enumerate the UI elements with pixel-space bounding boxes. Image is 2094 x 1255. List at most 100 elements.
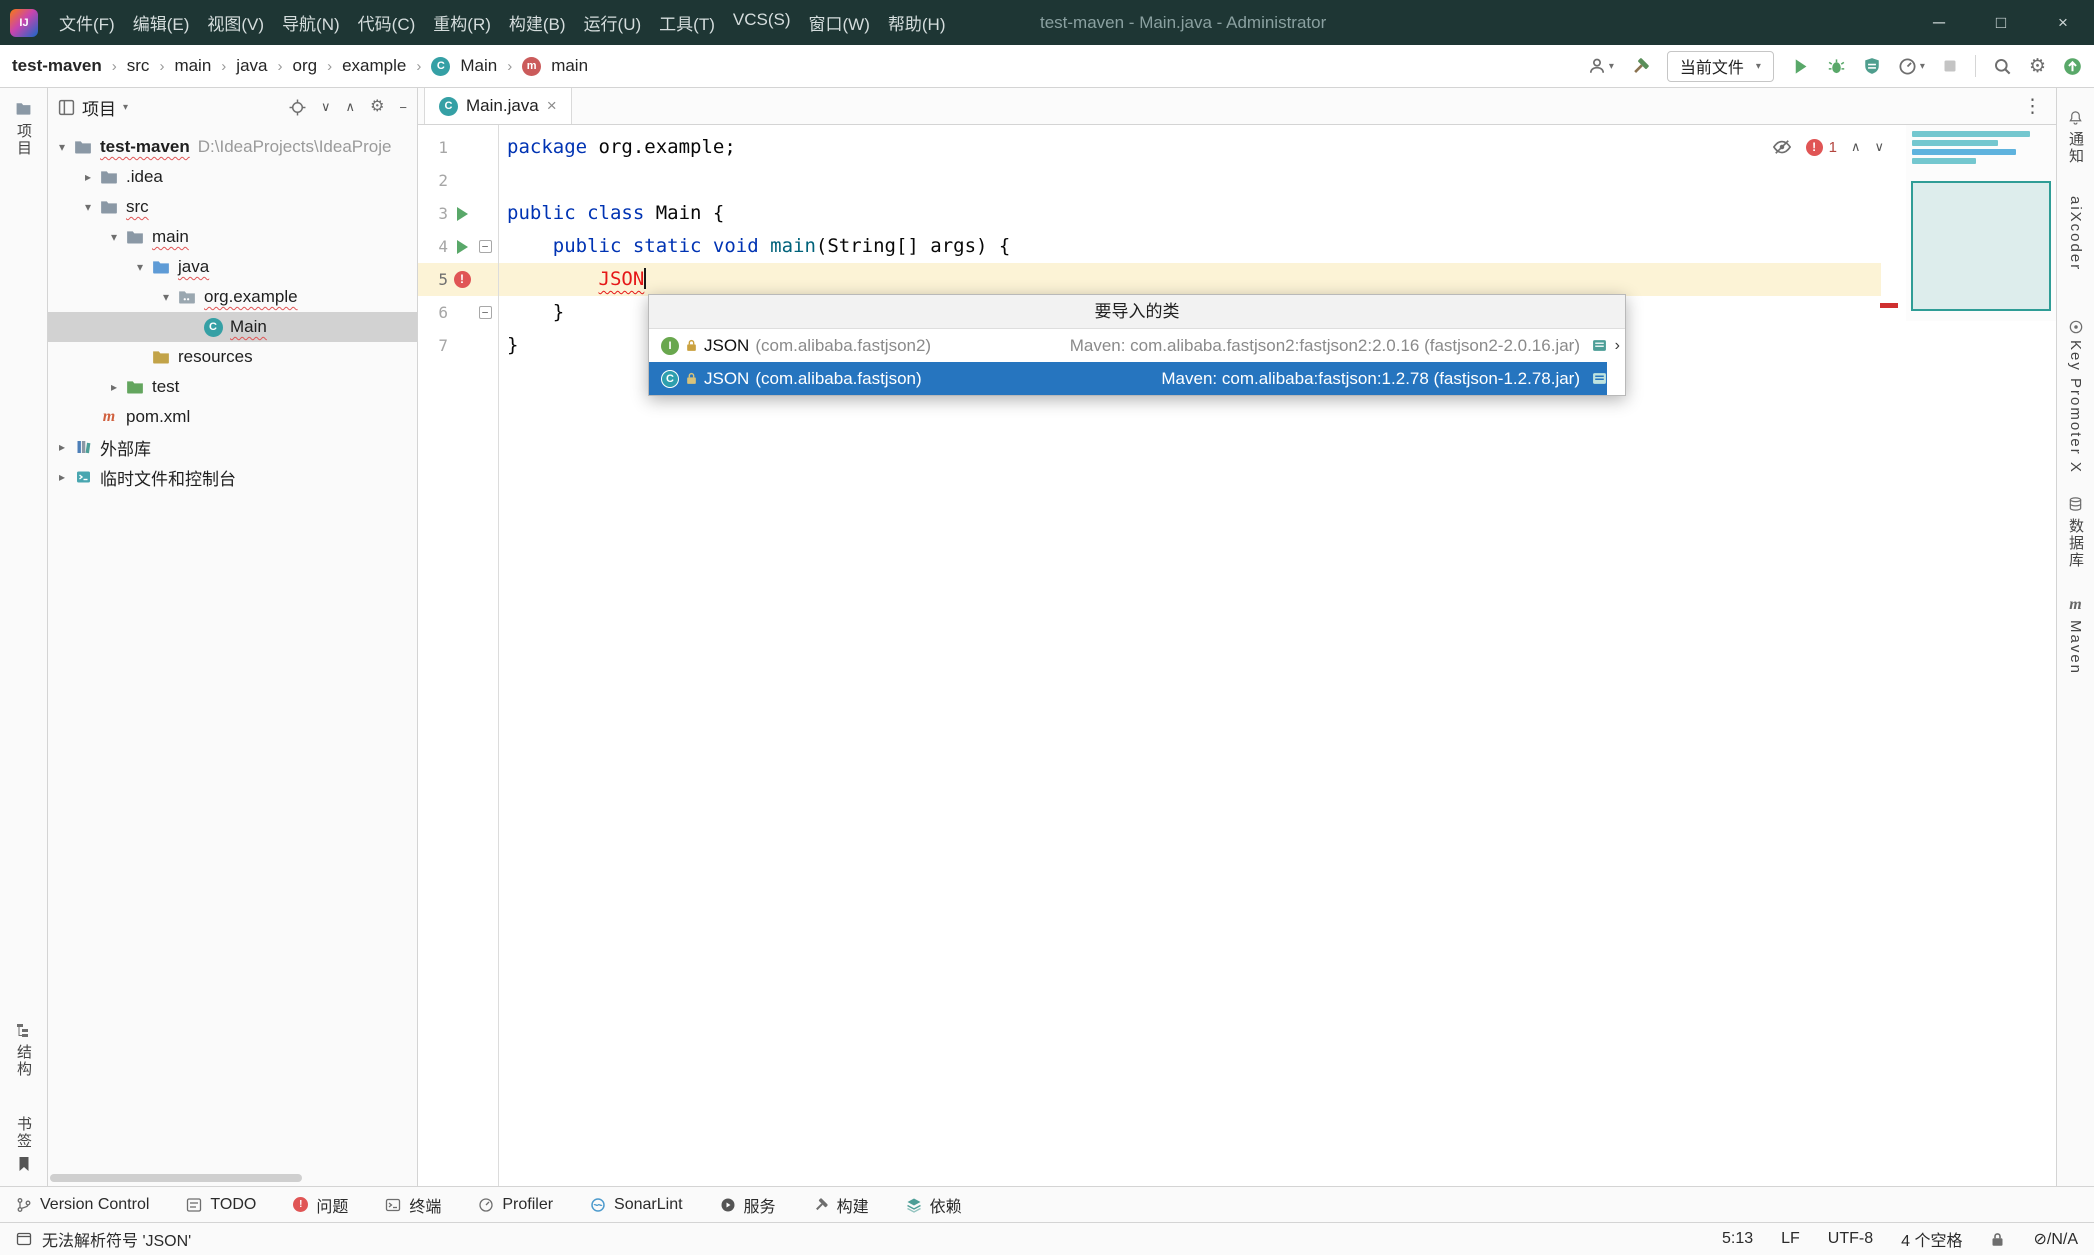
editor-tab-main-java[interactable]: C Main.java × <box>424 88 572 124</box>
breadcrumb-example[interactable]: example <box>342 56 406 76</box>
code-minimap[interactable] <box>1906 125 2056 321</box>
tool-stripe-database[interactable]: 数据库 <box>2057 496 2094 569</box>
tree-item-idea[interactable]: ▸ .idea <box>48 162 417 192</box>
settings-gear-icon[interactable]: ⚙ <box>2029 57 2046 76</box>
tool-stripe-project[interactable]: 项目 <box>0 100 47 157</box>
tree-item-test[interactable]: ▸ test <box>48 372 417 402</box>
horizontal-scrollbar[interactable] <box>50 1174 302 1182</box>
indent-widget[interactable]: 4 个空格 <box>1901 1227 1962 1251</box>
breadcrumb-src[interactable]: src <box>127 56 150 76</box>
import-option-fastjson2[interactable]: I JSON (com.alibaba.fastjson2) Maven: co… <box>649 329 1607 362</box>
tool-stripe-version-control[interactable]: Version Control <box>16 1196 149 1214</box>
run-main-icon[interactable] <box>457 240 468 254</box>
tree-item-external-libraries[interactable]: ▸ 外部库 <box>48 432 417 462</box>
caret-position-widget[interactable]: 5:13 <box>1722 1230 1753 1248</box>
tree-item-test-maven[interactable]: ▾ test-maven D:\IdeaProjects\IdeaProje <box>48 132 417 162</box>
chevron-down-icon[interactable]: ▾ <box>156 290 176 304</box>
menu-help[interactable]: 帮助(H) <box>879 4 955 41</box>
tool-stripe-notifications[interactable]: 通知 <box>2057 110 2094 165</box>
memory-indicator[interactable]: ⊘/N/A <box>2033 1229 2078 1249</box>
fold-region-icon[interactable]: − <box>479 306 492 319</box>
build-hammer-icon[interactable] <box>1631 57 1650 76</box>
tool-stripe-key-promoter[interactable]: Key Promoter X <box>2057 320 2094 474</box>
chevron-right-icon[interactable]: ▸ <box>78 170 98 184</box>
tool-stripe-dependencies[interactable]: 依赖 <box>906 1193 962 1217</box>
chevron-down-icon[interactable]: ▾ <box>104 230 124 244</box>
next-error-icon[interactable]: ∨ <box>1874 139 1884 155</box>
tool-stripe-bookmarks[interactable]: 书签 <box>0 1116 47 1172</box>
tree-item-java[interactable]: ▾ java <box>48 252 417 282</box>
tool-stripe-build[interactable]: 构建 <box>813 1193 869 1217</box>
chevron-right-icon[interactable]: ▸ <box>52 440 72 454</box>
code-line[interactable]: public static void main(String[] args) { <box>499 230 2056 263</box>
previous-error-icon[interactable]: ∧ <box>1851 139 1861 155</box>
user-account-icon[interactable]: ▾ <box>1588 57 1614 75</box>
close-tab-icon[interactable]: × <box>547 96 557 116</box>
error-marker-icon[interactable]: ! <box>454 271 471 288</box>
chevron-down-icon[interactable]: ▾ <box>52 140 72 154</box>
encoding-widget[interactable]: UTF-8 <box>1828 1230 1873 1248</box>
tool-stripe-problems[interactable]: ! 问题 <box>293 1193 348 1217</box>
tool-stripe-aixcoder[interactable]: aiXcoder <box>2057 196 2094 271</box>
fold-region-icon[interactable]: − <box>479 240 492 253</box>
tool-stripe-todo[interactable]: TODO <box>186 1196 256 1214</box>
tool-stripe-sonarlint[interactable]: SonarLint <box>590 1196 683 1214</box>
menu-build[interactable]: 构建(B) <box>500 4 575 41</box>
breadcrumb-main-dir[interactable]: main <box>174 56 211 76</box>
hide-panel-icon[interactable]: − <box>399 100 407 115</box>
project-panel-title[interactable]: 项目 <box>82 95 116 120</box>
chevron-down-icon[interactable]: ▾ <box>130 260 150 274</box>
error-count-badge[interactable]: ! 1 <box>1806 139 1837 156</box>
menu-edit[interactable]: 编辑(E) <box>124 4 199 41</box>
chevron-right-icon[interactable]: ▸ <box>104 380 124 394</box>
tree-item-main-class[interactable]: C Main <box>48 312 417 342</box>
tree-item-resources[interactable]: resources <box>48 342 417 372</box>
menu-code[interactable]: 代码(C) <box>349 4 425 41</box>
menu-view[interactable]: 视图(V) <box>198 4 273 41</box>
breadcrumb-method-main[interactable]: main <box>551 56 588 76</box>
debug-button[interactable] <box>1827 57 1846 76</box>
import-option-fastjson[interactable]: C JSON (com.alibaba.fastjson) Maven: com… <box>649 362 1607 395</box>
tree-item-pom-xml[interactable]: m pom.xml <box>48 402 417 432</box>
breadcrumb-org[interactable]: org <box>292 56 317 76</box>
minimize-button[interactable]: ─ <box>1908 0 1970 45</box>
event-log-icon[interactable] <box>16 1231 32 1247</box>
chevron-right-icon[interactable]: ▸ <box>52 470 72 484</box>
tree-item-org-example[interactable]: ▾ org.example <box>48 282 417 312</box>
tool-stripe-structure[interactable]: 结构 <box>0 1022 47 1078</box>
breadcrumb-class-main[interactable]: Main <box>460 56 497 76</box>
menu-navigate[interactable]: 导航(N) <box>273 4 349 41</box>
coverage-button[interactable] <box>1863 57 1881 75</box>
breadcrumb-project[interactable]: test-maven <box>12 56 102 76</box>
code-line[interactable]: public class Main { <box>499 197 2056 230</box>
collapse-all-icon[interactable]: ∧ <box>346 99 356 115</box>
tree-item-scratches[interactable]: ▸ 临时文件和控制台 <box>48 462 417 492</box>
menu-vcs[interactable]: VCS(S) <box>724 4 800 41</box>
update-indicator-icon[interactable] <box>2063 57 2082 76</box>
menu-run[interactable]: 运行(U) <box>575 4 651 41</box>
menu-file[interactable]: 文件(F) <box>50 4 124 41</box>
maximize-button[interactable]: □ <box>1970 0 2032 45</box>
tree-item-main-dir[interactable]: ▾ main <box>48 222 417 252</box>
write-lock-icon[interactable] <box>1990 1232 2005 1247</box>
tool-stripe-maven[interactable]: m Maven <box>2057 596 2094 675</box>
menu-window[interactable]: 窗口(W) <box>800 4 879 41</box>
error-stripe-mark[interactable] <box>1880 303 1898 308</box>
code-editor[interactable]: 1 2 3 4− 5! 6− 7 package org.example; pu… <box>418 125 2056 1186</box>
run-button[interactable] <box>1791 57 1810 76</box>
panel-settings-icon[interactable]: ⚙ <box>370 99 384 115</box>
stop-button[interactable] <box>1942 58 1958 74</box>
tool-stripe-services[interactable]: 服务 <box>720 1193 776 1217</box>
tab-options-icon[interactable]: ⋮ <box>2023 95 2042 118</box>
locate-file-icon[interactable] <box>289 99 306 116</box>
tool-stripe-terminal[interactable]: 终端 <box>385 1193 441 1217</box>
submenu-arrow-icon[interactable]: › <box>1615 337 1620 355</box>
code-line[interactable] <box>499 164 2056 197</box>
run-class-icon[interactable] <box>457 207 468 221</box>
profiler-button[interactable]: ▾ <box>1898 57 1925 76</box>
menu-tools[interactable]: 工具(T) <box>650 4 724 41</box>
tree-item-src[interactable]: ▾ src <box>48 192 417 222</box>
menu-refactor[interactable]: 重构(R) <box>424 4 500 41</box>
code-token-error[interactable]: JSON <box>599 268 645 290</box>
breadcrumb-java[interactable]: java <box>236 56 267 76</box>
